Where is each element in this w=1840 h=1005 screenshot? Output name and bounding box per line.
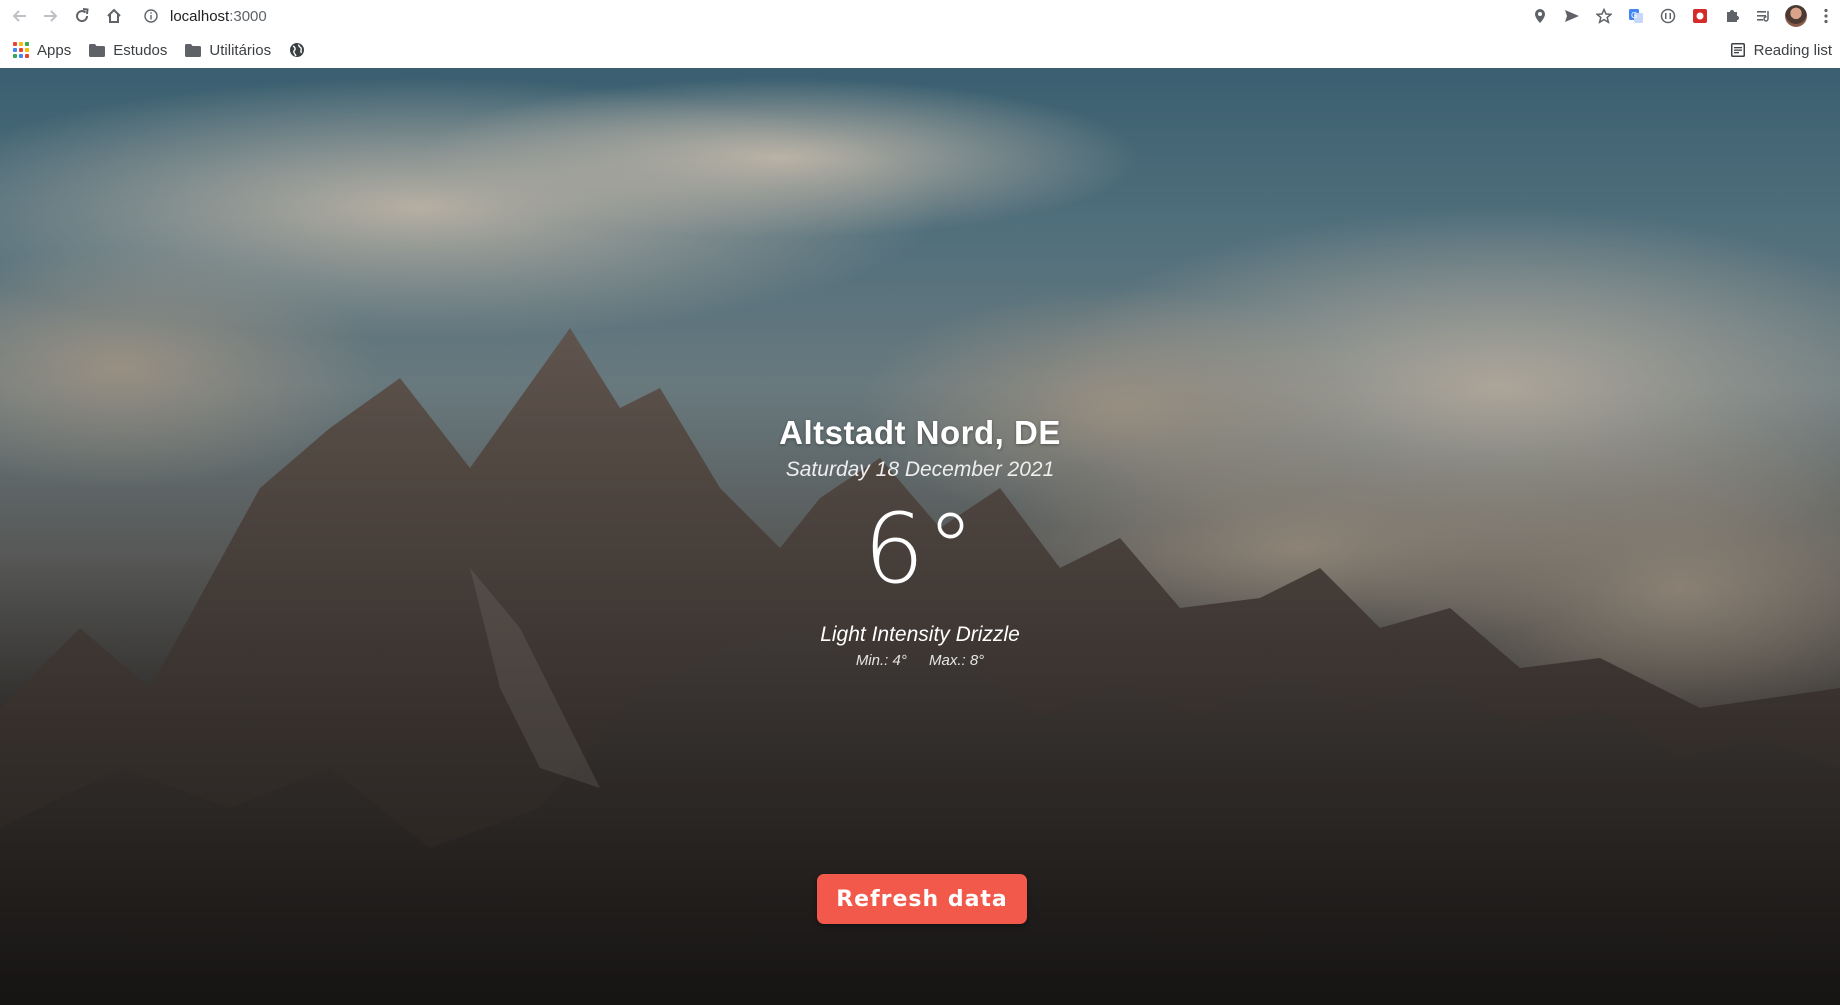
url-text: localhost:3000 <box>170 8 267 25</box>
arrow-left-icon <box>12 10 26 22</box>
svg-text:G: G <box>1631 11 1637 20</box>
bookmarks-bar: Apps Estudos Utilitários Reading list <box>0 32 1840 69</box>
min-max-temperature: Min.: 4° Max.: 8° <box>0 652 1840 669</box>
weather-page: Altstadt Nord, DE Saturday 18 December 2… <box>0 68 1840 1005</box>
reload-button[interactable] <box>66 0 98 32</box>
apps-grid-icon <box>13 42 29 58</box>
current-temperature: 6° <box>863 493 977 605</box>
reload-icon <box>76 8 89 23</box>
folder-icon <box>185 43 202 57</box>
menu-kebab-icon[interactable] <box>1812 0 1840 32</box>
reading-list-label: Reading list <box>1753 41 1832 59</box>
bookmark-folder-estudos[interactable]: Estudos <box>82 36 174 64</box>
location-title: Altstadt Nord, DE <box>779 414 1061 451</box>
current-date: Saturday 18 December 2021 <box>785 458 1055 481</box>
bookmark-folder-label: Estudos <box>113 41 168 59</box>
forward-button[interactable] <box>34 0 66 32</box>
address-bar[interactable]: localhost:3000 <box>142 3 1512 29</box>
url-host: localhost <box>170 7 230 25</box>
home-icon <box>107 8 121 23</box>
extension-circle-icon[interactable] <box>1652 0 1684 32</box>
weather-description: Light Intensity Drizzle <box>820 623 1020 646</box>
folder-icon <box>89 43 106 57</box>
browser-toolbar: localhost:3000 G <box>0 0 1840 32</box>
url-port: :3000 <box>229 7 267 25</box>
location-icon[interactable] <box>1524 0 1556 32</box>
red-extension-icon[interactable] <box>1684 0 1716 32</box>
send-icon[interactable] <box>1556 0 1588 32</box>
info-icon[interactable] <box>142 7 160 25</box>
bookmark-apps-label: Apps <box>37 41 72 59</box>
profile-avatar[interactable] <box>1780 0 1812 32</box>
globe-icon <box>289 42 305 58</box>
bookmark-folder-label: Utilitários <box>209 41 272 59</box>
translate-extension-icon[interactable]: G <box>1620 0 1652 32</box>
min-temperature: Min.: 4° <box>855 652 907 669</box>
bookmark-folder-utilitarios[interactable]: Utilitários <box>178 36 278 64</box>
extensions-puzzle-icon[interactable] <box>1716 0 1748 32</box>
back-button[interactable] <box>4 0 36 32</box>
bookmark-globe[interactable] <box>282 36 320 64</box>
home-button[interactable] <box>98 0 130 32</box>
bookmark-star-icon[interactable] <box>1588 0 1620 32</box>
reading-list-icon <box>1730 43 1745 57</box>
refresh-data-button[interactable]: Refresh data <box>817 874 1027 924</box>
max-temperature: Max.: 8° <box>929 652 985 669</box>
reading-list-button[interactable]: Reading list <box>1730 36 1832 64</box>
avatar <box>1785 5 1807 27</box>
bookmark-apps[interactable]: Apps <box>6 36 78 64</box>
media-playlist-icon[interactable] <box>1748 0 1780 32</box>
arrow-right-icon <box>44 10 58 22</box>
toolbar-actions: G <box>1524 0 1840 32</box>
